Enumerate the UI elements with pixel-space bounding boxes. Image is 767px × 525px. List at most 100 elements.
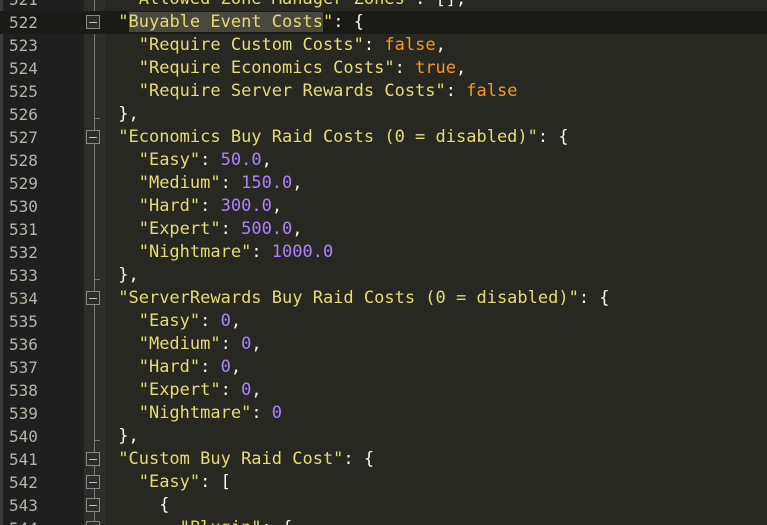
- string-token: ": [322, 12, 334, 32]
- code-line[interactable]: 527 "Economics Buy Raid Costs (0 = disab…: [0, 126, 767, 149]
- punctuation-token: ,: [292, 219, 303, 239]
- number-token: 300.0: [220, 196, 272, 216]
- code-text[interactable]: "Allowed Zone Manager Zones": [],: [108, 0, 466, 11]
- code-text[interactable]: "Hard": 300.0,: [108, 195, 282, 218]
- code-text[interactable]: "Custom Buy Raid Cost": {: [108, 448, 374, 471]
- code-text[interactable]: "Economics Buy Raid Costs (0 = disabled)…: [108, 126, 568, 149]
- punctuation-token: ,: [251, 334, 262, 354]
- boolean-token: false: [466, 81, 518, 101]
- string-token: "Easy": [138, 150, 201, 170]
- fold-toggle-icon[interactable]: [86, 291, 100, 305]
- punctuation-token: :: [200, 196, 221, 216]
- code-text[interactable]: "Medium": 150.0,: [108, 172, 303, 195]
- code-text[interactable]: },: [108, 425, 138, 448]
- code-line[interactable]: 525 "Require Server Rewards Costs": fals…: [0, 80, 767, 103]
- punctuation-token: :: [363, 35, 385, 55]
- code-text[interactable]: {: [108, 494, 169, 517]
- string-token: "Expert": [138, 380, 221, 400]
- code-line[interactable]: 533 },: [0, 264, 767, 287]
- code-line[interactable]: 526 },: [0, 103, 767, 126]
- string-token: "ServerRewards Buy Raid Costs (0 = disab…: [118, 288, 579, 308]
- code-line[interactable]: 523 "Require Custom Costs": false,: [0, 34, 767, 57]
- fold-toggle-icon[interactable]: [86, 130, 100, 144]
- fold-toggle-icon[interactable]: [86, 521, 100, 525]
- code-text[interactable]: "Plugin": {: [108, 517, 293, 525]
- code-text[interactable]: "ServerRewards Buy Raid Costs (0 = disab…: [108, 287, 609, 310]
- line-number: 524: [9, 59, 38, 78]
- code-text[interactable]: "Require Custom Costs": false,: [108, 34, 446, 57]
- fold-toggle-icon[interactable]: [86, 498, 100, 512]
- string-token: "Medium": [138, 173, 221, 193]
- line-number: 543: [9, 496, 38, 515]
- punctuation-token: : [: [200, 472, 231, 492]
- code-line[interactable]: 541 "Custom Buy Raid Cost": {: [0, 448, 767, 471]
- code-text[interactable]: "Easy": 50.0,: [108, 149, 272, 172]
- string-token: "Easy": [138, 472, 201, 492]
- line-number: 534: [9, 289, 38, 308]
- line-number: 540: [9, 427, 38, 446]
- fold-toggle-icon[interactable]: [86, 452, 100, 466]
- code-text[interactable]: "Buyable Event Costs": {: [108, 11, 364, 34]
- code-line[interactable]: 539 "Nightmare": 0: [0, 402, 767, 425]
- line-number: 532: [9, 243, 38, 262]
- code-line[interactable]: 535 "Easy": 0,: [0, 310, 767, 333]
- code-text[interactable]: "Require Economics Costs": true,: [108, 57, 467, 80]
- code-line[interactable]: 529 "Medium": 150.0,: [0, 172, 767, 195]
- code-line[interactable]: 542 "Easy": [: [0, 471, 767, 494]
- code-line[interactable]: 524 "Require Economics Costs": true,: [0, 57, 767, 80]
- code-line[interactable]: 521 "Allowed Zone Manager Zones": [],: [0, 0, 767, 11]
- fold-toggle-icon[interactable]: [86, 475, 100, 489]
- line-number: 527: [9, 128, 38, 147]
- code-text[interactable]: "Nightmare": 1000.0: [108, 241, 334, 264]
- punctuation-token: : {: [262, 518, 293, 525]
- line-number: 537: [9, 358, 38, 377]
- punctuation-token: ,: [230, 357, 242, 377]
- string-token: ": [118, 12, 129, 32]
- code-text[interactable]: "Hard": 0,: [108, 356, 241, 379]
- code-text[interactable]: "Expert": 500.0,: [108, 218, 303, 241]
- string-token: "Require Server Rewards Costs": [138, 81, 446, 101]
- code-text[interactable]: "Require Server Rewards Costs": false: [108, 80, 518, 103]
- number-token: 0: [241, 380, 252, 400]
- code-line[interactable]: 536 "Medium": 0,: [0, 333, 767, 356]
- code-line[interactable]: 531 "Expert": 500.0,: [0, 218, 767, 241]
- code-editor[interactable]: 521 "Allowed Zone Manager Zones": [],522…: [0, 0, 767, 525]
- code-line[interactable]: 532 "Nightmare": 1000.0: [0, 241, 767, 264]
- code-line[interactable]: 544 "Plugin": {: [0, 517, 767, 525]
- code-text[interactable]: "Expert": 0,: [108, 379, 262, 402]
- line-number: 521: [9, 0, 69, 11]
- code-line[interactable]: 538 "Expert": 0,: [0, 379, 767, 402]
- code-text[interactable]: },: [108, 103, 138, 126]
- punctuation-token: ,: [435, 35, 446, 55]
- code-line[interactable]: 537 "Hard": 0,: [0, 356, 767, 379]
- code-text[interactable]: "Medium": 0,: [108, 333, 262, 356]
- fold-toggle-icon[interactable]: [86, 15, 100, 29]
- line-number: 528: [9, 151, 38, 170]
- code-text[interactable]: "Easy": [: [108, 471, 231, 494]
- code-line[interactable]: 528 "Easy": 50.0,: [0, 149, 767, 172]
- number-token: 0: [220, 311, 231, 331]
- punctuation-token: :: [251, 403, 272, 423]
- code-line[interactable]: 534 "ServerRewards Buy Raid Costs (0 = d…: [0, 287, 767, 310]
- code-line[interactable]: 530 "Hard": 300.0,: [0, 195, 767, 218]
- code-text[interactable]: },: [108, 264, 138, 287]
- string-token: "Hard": [138, 357, 201, 377]
- code-text[interactable]: "Easy": 0,: [108, 310, 241, 333]
- code-line[interactable]: 522 "Buyable Event Costs": {: [0, 11, 767, 34]
- code-line[interactable]: 540 },: [0, 425, 767, 448]
- code-text[interactable]: "Nightmare": 0: [108, 402, 282, 425]
- code-line[interactable]: 543 {: [0, 494, 767, 517]
- punctuation-token: ,: [251, 380, 262, 400]
- punctuation-token: ,: [456, 58, 467, 78]
